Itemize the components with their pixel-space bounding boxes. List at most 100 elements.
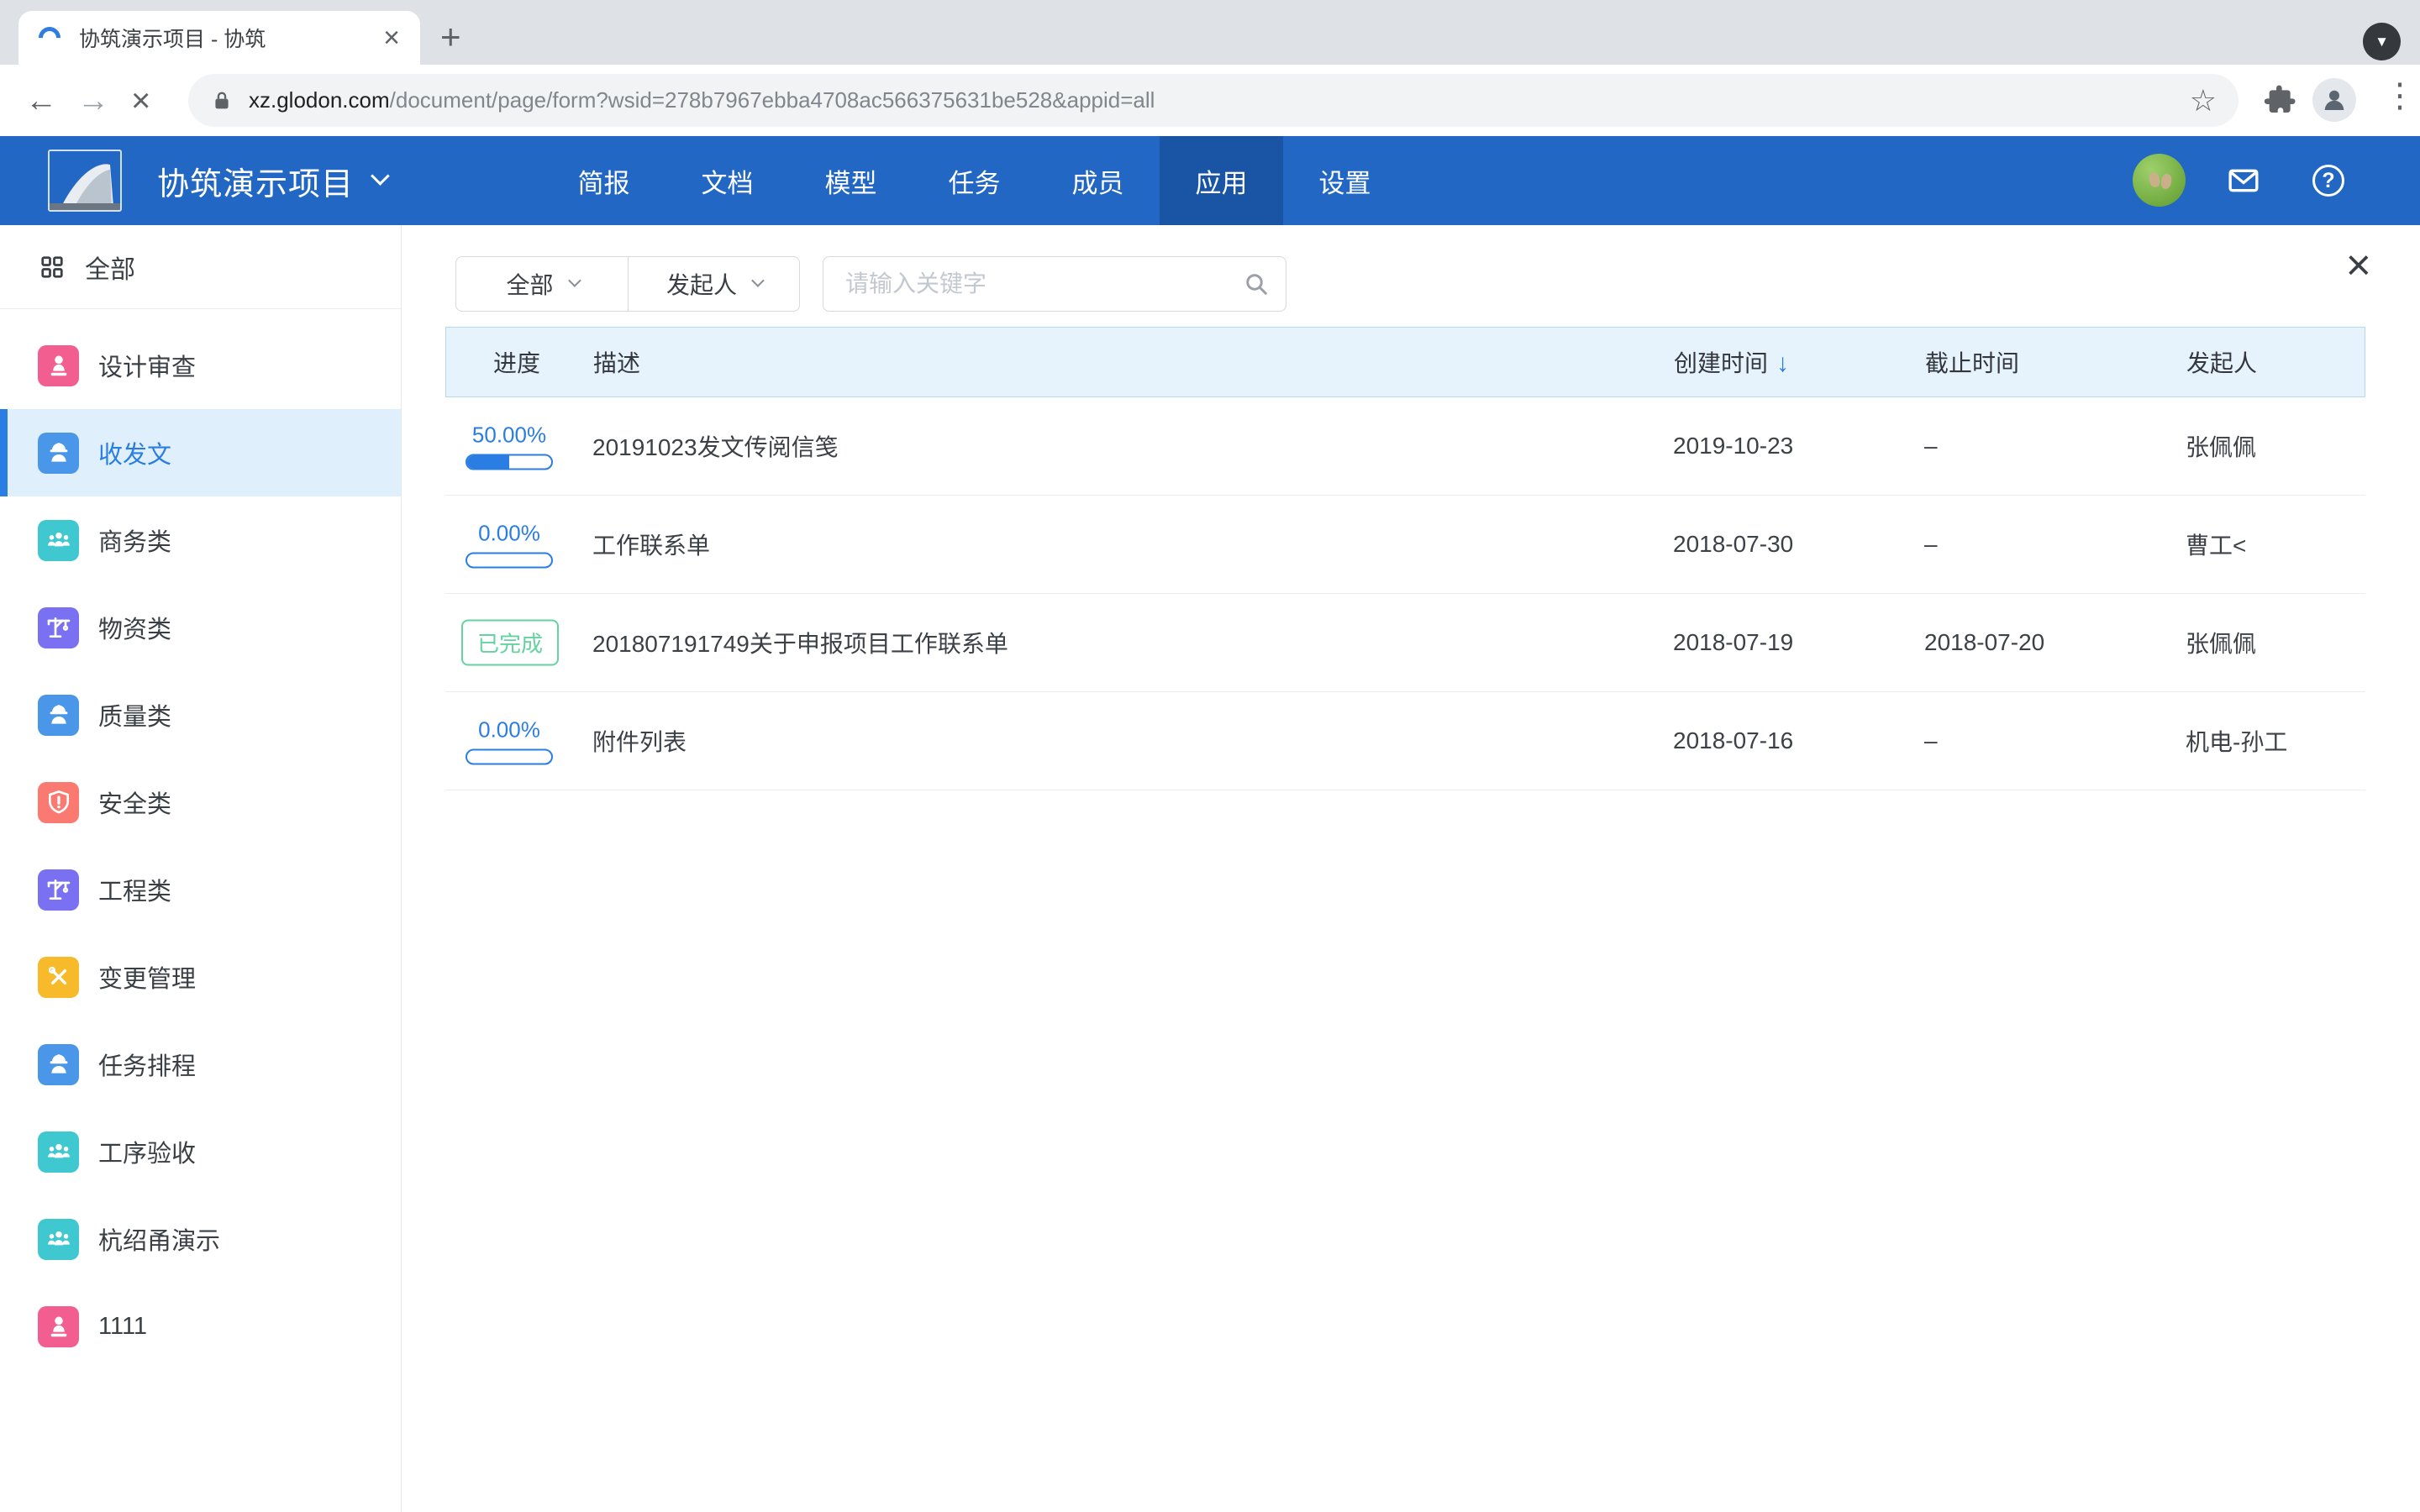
extensions-puzzle-icon[interactable] bbox=[2264, 83, 2297, 117]
crane-icon bbox=[38, 869, 79, 911]
person-icon bbox=[2319, 85, 2349, 115]
nav-item-settings[interactable]: 设置 bbox=[1283, 136, 1407, 225]
browser-menu-icon[interactable]: ⋮ bbox=[2383, 76, 2417, 115]
tools-icon bbox=[38, 957, 79, 998]
description-cell[interactable]: 附件列表 bbox=[592, 724, 687, 758]
nav-item-documents[interactable]: 文档 bbox=[666, 136, 789, 225]
user-avatar[interactable] bbox=[2133, 154, 2186, 207]
initiator-filter-dropdown[interactable]: 发起人 bbox=[628, 257, 799, 311]
project-name: 协筑演示项目 bbox=[157, 158, 354, 204]
sort-desc-icon[interactable]: ↓ bbox=[1776, 349, 1789, 377]
new-tab-button[interactable]: + bbox=[440, 18, 461, 55]
sidebar-item-correspondence[interactable]: 收发文 bbox=[0, 409, 401, 496]
help-icon[interactable]: ? bbox=[2312, 165, 2344, 197]
created-cell: 2018-07-30 bbox=[1673, 531, 1793, 558]
nav-item-apps[interactable]: 应用 bbox=[1160, 136, 1283, 225]
deadline-cell: 2018-07-20 bbox=[1924, 629, 2044, 656]
search-icon[interactable] bbox=[1243, 270, 1270, 297]
browser-tab[interactable]: 协筑演示项目 - 协筑 × bbox=[18, 11, 420, 65]
created-cell: 2019-10-23 bbox=[1673, 433, 1793, 459]
sidebar-item-materials[interactable]: 物资类 bbox=[0, 584, 401, 671]
forward-icon[interactable]: → bbox=[77, 85, 109, 117]
table-row[interactable]: 已完成 201807191749关于申报项目工作联系单 2018-07-19 2… bbox=[445, 594, 2365, 692]
col-deadline: 截止时间 bbox=[1925, 345, 2019, 379]
filter-bar: 全部 发起人 bbox=[455, 256, 1286, 312]
initiator-cell: 曹工< bbox=[2186, 528, 2246, 561]
sidebar-item-hangshaoyong-demo[interactable]: 杭绍甬演示 bbox=[0, 1195, 401, 1283]
url-text: xz.glodon.com/document/page/form?wsid=27… bbox=[249, 87, 2178, 113]
description-cell[interactable]: 工作联系单 bbox=[592, 528, 710, 561]
sidebar-item-business[interactable]: 商务类 bbox=[0, 496, 401, 584]
description-cell[interactable]: 201807191749关于申报项目工作联系单 bbox=[592, 626, 1008, 659]
progress-cell: 50.00% bbox=[466, 423, 553, 470]
main-nav: 简报 文档 模型 任务 成员 应用 设置 bbox=[542, 136, 1407, 225]
project-logo[interactable] bbox=[48, 150, 122, 212]
created-cell: 2018-07-16 bbox=[1673, 727, 1793, 754]
chevron-down-icon bbox=[371, 166, 390, 186]
progress-cell: 0.00% bbox=[466, 521, 553, 569]
col-created[interactable]: 创建时间↓ bbox=[1674, 345, 1789, 379]
nav-item-tasks[interactable]: 任务 bbox=[913, 136, 1036, 225]
table-header: 进度 描述 创建时间↓ 截止时间 发起人 bbox=[445, 327, 2365, 397]
sidebar: 全部 设计审查 收发文 商务类 物资类 质量类 安全类 bbox=[0, 225, 402, 1512]
sidebar-item-safety[interactable]: 安全类 bbox=[0, 759, 401, 846]
chevron-down-icon bbox=[568, 274, 581, 287]
sidebar-item-design-review[interactable]: 设计审查 bbox=[0, 322, 401, 409]
nav-item-briefing[interactable]: 简报 bbox=[542, 136, 666, 225]
sidebar-item-task-scheduling[interactable]: 任务排程 bbox=[0, 1021, 401, 1108]
search-input[interactable] bbox=[823, 256, 1286, 312]
tab-overflow-button[interactable]: ▼ bbox=[2363, 23, 2401, 60]
sidebar-all-label: 全部 bbox=[85, 249, 135, 286]
url-path: /document/page/form?wsid=278b7967ebba470… bbox=[390, 87, 1155, 113]
stop-loading-icon[interactable]: × bbox=[131, 84, 150, 118]
deadline-cell: – bbox=[1924, 727, 1938, 754]
content-panel: × 全部 发起人 进度 描述 创建时间↓ bbox=[402, 225, 2420, 1512]
col-progress: 进度 bbox=[493, 345, 540, 379]
mail-icon[interactable] bbox=[2226, 164, 2261, 197]
crane-icon bbox=[38, 607, 79, 648]
tab-close-icon[interactable]: × bbox=[383, 24, 400, 52]
sidebar-item-all[interactable]: 全部 bbox=[0, 225, 401, 309]
progress-bar bbox=[466, 553, 553, 569]
close-icon[interactable]: × bbox=[2346, 244, 2371, 287]
workspace: 全部 设计审查 收发文 商务类 物资类 质量类 安全类 bbox=[0, 225, 2420, 1512]
tab-title: 协筑演示项目 - 协筑 bbox=[79, 23, 373, 53]
deadline-cell: – bbox=[1924, 433, 1938, 459]
sidebar-list: 设计审查 收发文 商务类 物资类 质量类 安全类 工程类 变更管 bbox=[0, 322, 401, 1370]
nav-item-members[interactable]: 成员 bbox=[1036, 136, 1160, 225]
nav-item-models[interactable]: 模型 bbox=[789, 136, 913, 225]
tab-loading-spinner-icon bbox=[34, 23, 66, 54]
project-switcher[interactable]: 协筑演示项目 bbox=[157, 136, 386, 225]
browser-toolbar: ← → × xz.glodon.com/document/page/form?w… bbox=[0, 65, 2420, 136]
table-row[interactable]: 0.00% 附件列表 2018-07-16 – 机电-孙工 bbox=[445, 692, 2365, 790]
col-description: 描述 bbox=[593, 345, 640, 379]
back-icon[interactable]: ← bbox=[25, 85, 57, 117]
shield-icon bbox=[38, 782, 79, 823]
browser-profile-icon[interactable] bbox=[2312, 78, 2356, 122]
sidebar-item-process-acceptance[interactable]: 工序验收 bbox=[0, 1108, 401, 1195]
table-row[interactable]: 0.00% 工作联系单 2018-07-30 – 曹工< bbox=[445, 496, 2365, 594]
bookmark-star-icon[interactable]: ☆ bbox=[2190, 83, 2217, 118]
app-header: 协筑演示项目 简报 文档 模型 任务 成员 应用 设置 ? bbox=[0, 136, 2420, 225]
initiator-cell: 张佩佩 bbox=[2186, 626, 2256, 659]
people-icon bbox=[38, 1219, 79, 1260]
people-icon bbox=[38, 1131, 79, 1173]
documents-table: 进度 描述 创建时间↓ 截止时间 发起人 50.00% 20191023发文传阅… bbox=[445, 327, 2365, 790]
category-filter-dropdown[interactable]: 全部 bbox=[456, 257, 628, 311]
sidebar-item-quality[interactable]: 质量类 bbox=[0, 671, 401, 759]
helmet-person-icon bbox=[38, 695, 79, 736]
search-box bbox=[823, 256, 1286, 312]
filter-group: 全部 发起人 bbox=[455, 256, 800, 312]
building-photo-icon bbox=[50, 151, 122, 212]
progress-cell: 0.00% bbox=[466, 717, 553, 765]
chevron-down-icon bbox=[751, 274, 765, 287]
lock-icon bbox=[210, 89, 234, 113]
table-row[interactable]: 50.00% 20191023发文传阅信笺 2019-10-23 – 张佩佩 bbox=[445, 397, 2365, 496]
address-bar[interactable]: xz.glodon.com/document/page/form?wsid=27… bbox=[188, 74, 2238, 127]
helmet-person-icon bbox=[38, 433, 79, 474]
stamp-person-icon bbox=[38, 345, 79, 386]
sidebar-item-change-management[interactable]: 变更管理 bbox=[0, 933, 401, 1021]
sidebar-item-1111[interactable]: 1111 bbox=[0, 1283, 401, 1370]
description-cell[interactable]: 20191023发文传阅信笺 bbox=[592, 429, 839, 463]
sidebar-item-engineering[interactable]: 工程类 bbox=[0, 846, 401, 933]
